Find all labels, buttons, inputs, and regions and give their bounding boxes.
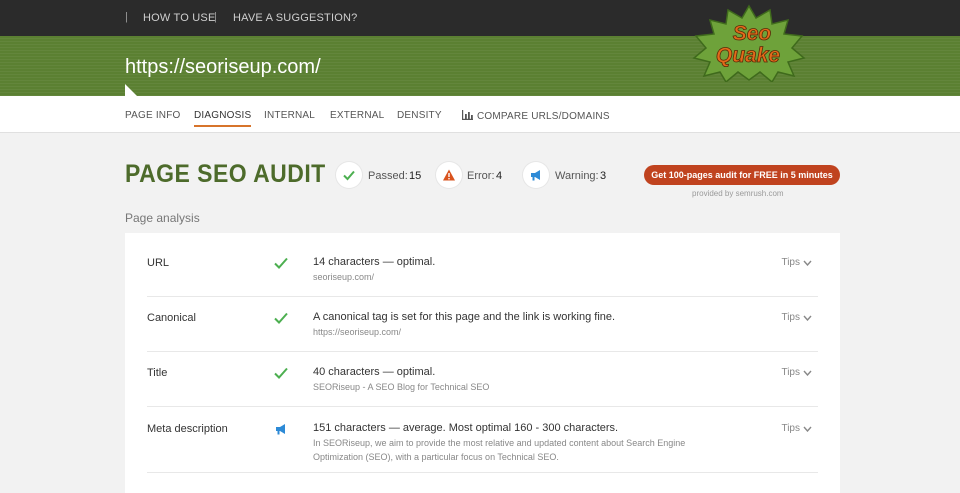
main-nav: PAGE INFO DIAGNOSIS INTERNAL EXTERNAL DE… <box>0 96 960 133</box>
passed-count: 15 <box>409 170 422 182</box>
chevron-down-icon <box>803 370 812 377</box>
provided-by-text: provided by semrush.com <box>692 189 784 198</box>
tips-toggle[interactable]: Tips <box>781 312 812 323</box>
tab-external[interactable]: EXTERNAL <box>330 110 384 121</box>
tips-toggle[interactable]: Tips <box>781 367 812 378</box>
row-message: 14 characters — optimal. <box>313 256 436 268</box>
url-notch <box>125 84 137 96</box>
warning-triangle-icon <box>443 169 455 181</box>
warning-badge <box>523 162 549 188</box>
tab-page-info[interactable]: PAGE INFO <box>125 110 181 121</box>
error-count: 4 <box>496 170 503 182</box>
tab-density[interactable]: DENSITY <box>397 110 442 121</box>
check-icon <box>343 170 355 181</box>
row-detail: In SEORiseup, we aim to provide the most… <box>313 438 686 462</box>
row-message: A canonical tag is set for this page and… <box>313 311 616 323</box>
check-icon <box>274 367 288 379</box>
check-icon <box>274 312 288 324</box>
tab-diagnosis[interactable]: DIAGNOSIS <box>194 110 252 127</box>
chevron-down-icon <box>803 426 812 433</box>
table-row: Meta description 151 characters — averag… <box>147 406 818 473</box>
tips-toggle[interactable]: Tips <box>781 257 812 268</box>
free-audit-button[interactable]: Get 100-pages audit for FREE in 5 minute… <box>644 165 840 185</box>
table-row: Title 40 characters — optimal. SEORiseup… <box>147 351 818 407</box>
seoquake-logo[interactable]: Seo Quake <box>692 4 806 82</box>
warning-count: 3 <box>600 170 607 182</box>
suggestion-link[interactable]: HAVE A SUGGESTION? <box>233 12 357 24</box>
row-name: Meta description <box>147 423 228 435</box>
tips-label: Tips <box>781 312 800 323</box>
chevron-down-icon <box>803 260 812 267</box>
table-row: URL 14 characters — optimal. seoriseup.c… <box>147 233 818 297</box>
row-detail: seoriseup.com/ <box>313 272 375 282</box>
row-message: 40 characters — optimal. <box>313 366 436 378</box>
table-row: Canonical A canonical tag is set for thi… <box>147 296 818 352</box>
tab-internal[interactable]: INTERNAL <box>264 110 315 121</box>
page-analysis-card: URL 14 characters — optimal. seoriseup.c… <box>125 233 840 493</box>
error-label: Error: <box>467 170 495 182</box>
row-name: Title <box>147 367 168 379</box>
top-bar: | HOW TO USE | HAVE A SUGGESTION? <box>0 0 960 36</box>
row-detail: SEORiseup - A SEO Blog for Technical SEO <box>313 382 490 392</box>
tips-label: Tips <box>781 423 800 434</box>
page-title: PAGE SEO AUDIT <box>125 160 326 188</box>
page-url: https://seoriseup.com/ <box>125 56 321 78</box>
warning-label: Warning: <box>555 170 599 182</box>
row-message: 151 characters — average. Most optimal 1… <box>313 422 619 434</box>
separator: | <box>125 11 128 23</box>
chevron-down-icon <box>803 315 812 322</box>
url-header: https://seoriseup.com/ <box>0 36 960 96</box>
passed-label: Passed: <box>368 170 408 182</box>
logo-text-bottom: Quake <box>716 44 781 67</box>
megaphone-icon <box>531 170 540 181</box>
tips-label: Tips <box>781 257 800 268</box>
tips-label: Tips <box>781 367 800 378</box>
bar-chart-icon <box>462 110 473 120</box>
separator: | <box>214 11 217 23</box>
tab-compare-urls[interactable]: COMPARE URLS/DOMAINS <box>462 110 610 122</box>
row-detail: https://seoriseup.com/ <box>313 327 402 337</box>
megaphone-icon <box>276 424 285 435</box>
passed-badge <box>336 162 362 188</box>
tab-compare-label: COMPARE URLS/DOMAINS <box>477 111 610 122</box>
logo-text-top: Seo <box>733 22 772 45</box>
tips-toggle[interactable]: Tips <box>781 423 812 434</box>
section-heading: Page analysis <box>125 211 200 225</box>
row-name: Canonical <box>147 312 196 324</box>
error-badge <box>436 162 462 188</box>
how-to-use-link[interactable]: HOW TO USE <box>143 12 216 24</box>
check-icon <box>274 257 288 269</box>
row-name: URL <box>147 257 170 269</box>
